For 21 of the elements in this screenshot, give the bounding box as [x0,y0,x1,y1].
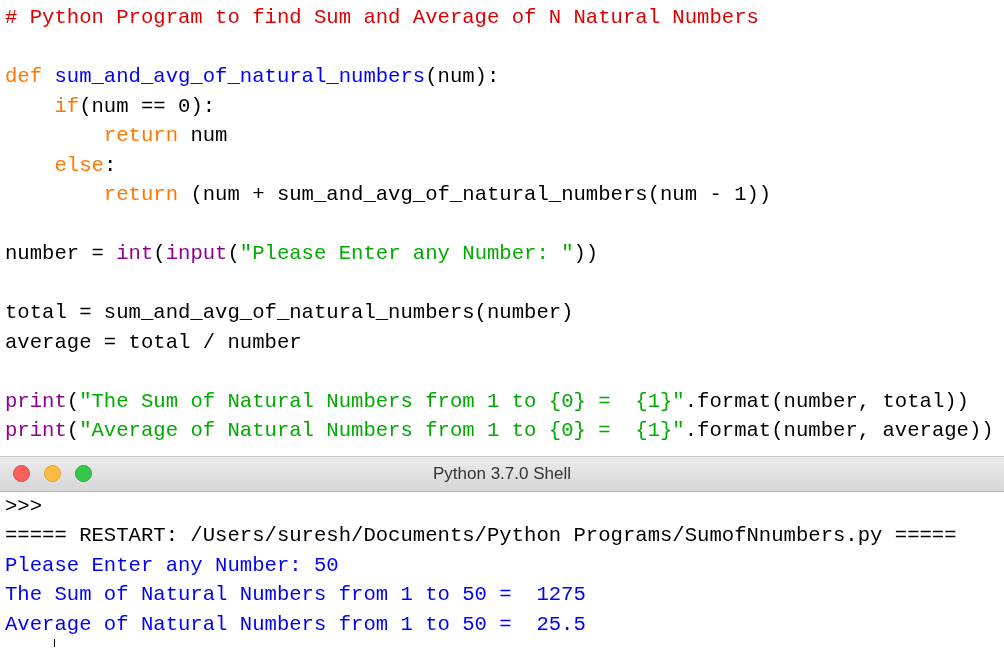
close-button[interactable] [13,465,30,482]
code-line: else: [53,152,118,179]
code-line: print("The Sum of Natural Numbers from 1 to {0} = {1}".format(number, total)) [5,388,970,415]
shell-line: Average of Natural Numbers from 1 to 50 = 25.5 [5,611,586,638]
code-line: return num [102,123,229,149]
code-line: number = int(input("Please Enter any Number: ")) [5,241,600,267]
window-title: Python 3.7.0 Shell [433,463,571,483]
code-line: average = total / number [5,329,303,356]
shell-line: ===== RESTART: /Users/suresh/Documents/Python Programs/SumofNnumbers.py ===== [5,523,957,549]
code-line: # Python Program to find Sum and Average of N Natural Numbers [5,5,760,31]
code-line: total = sum_and_avg_of_natural_numbers(number) [5,300,575,326]
code-line: return (num + sum_and_avg_of_natural_numbers(num - 1)) [102,182,773,208]
shell-line: The Sum of Natural Numbers from 1 to 50 = 1275 [5,582,586,608]
text-cursor [54,639,55,647]
code-line: print("Average of Natural Numbers from 1 to {0} = {1}".format(number, average)) [5,418,995,444]
shell-line: Please Enter any Number: 50 [5,552,339,579]
minimize-button[interactable] [44,465,61,482]
code-line: if(num == 0): [53,93,217,120]
code-line: def sum_and_avg_of_natural_numbers(num): [5,64,501,90]
shell-prompt: >>> [5,493,43,520]
zoom-button[interactable] [75,465,92,482]
